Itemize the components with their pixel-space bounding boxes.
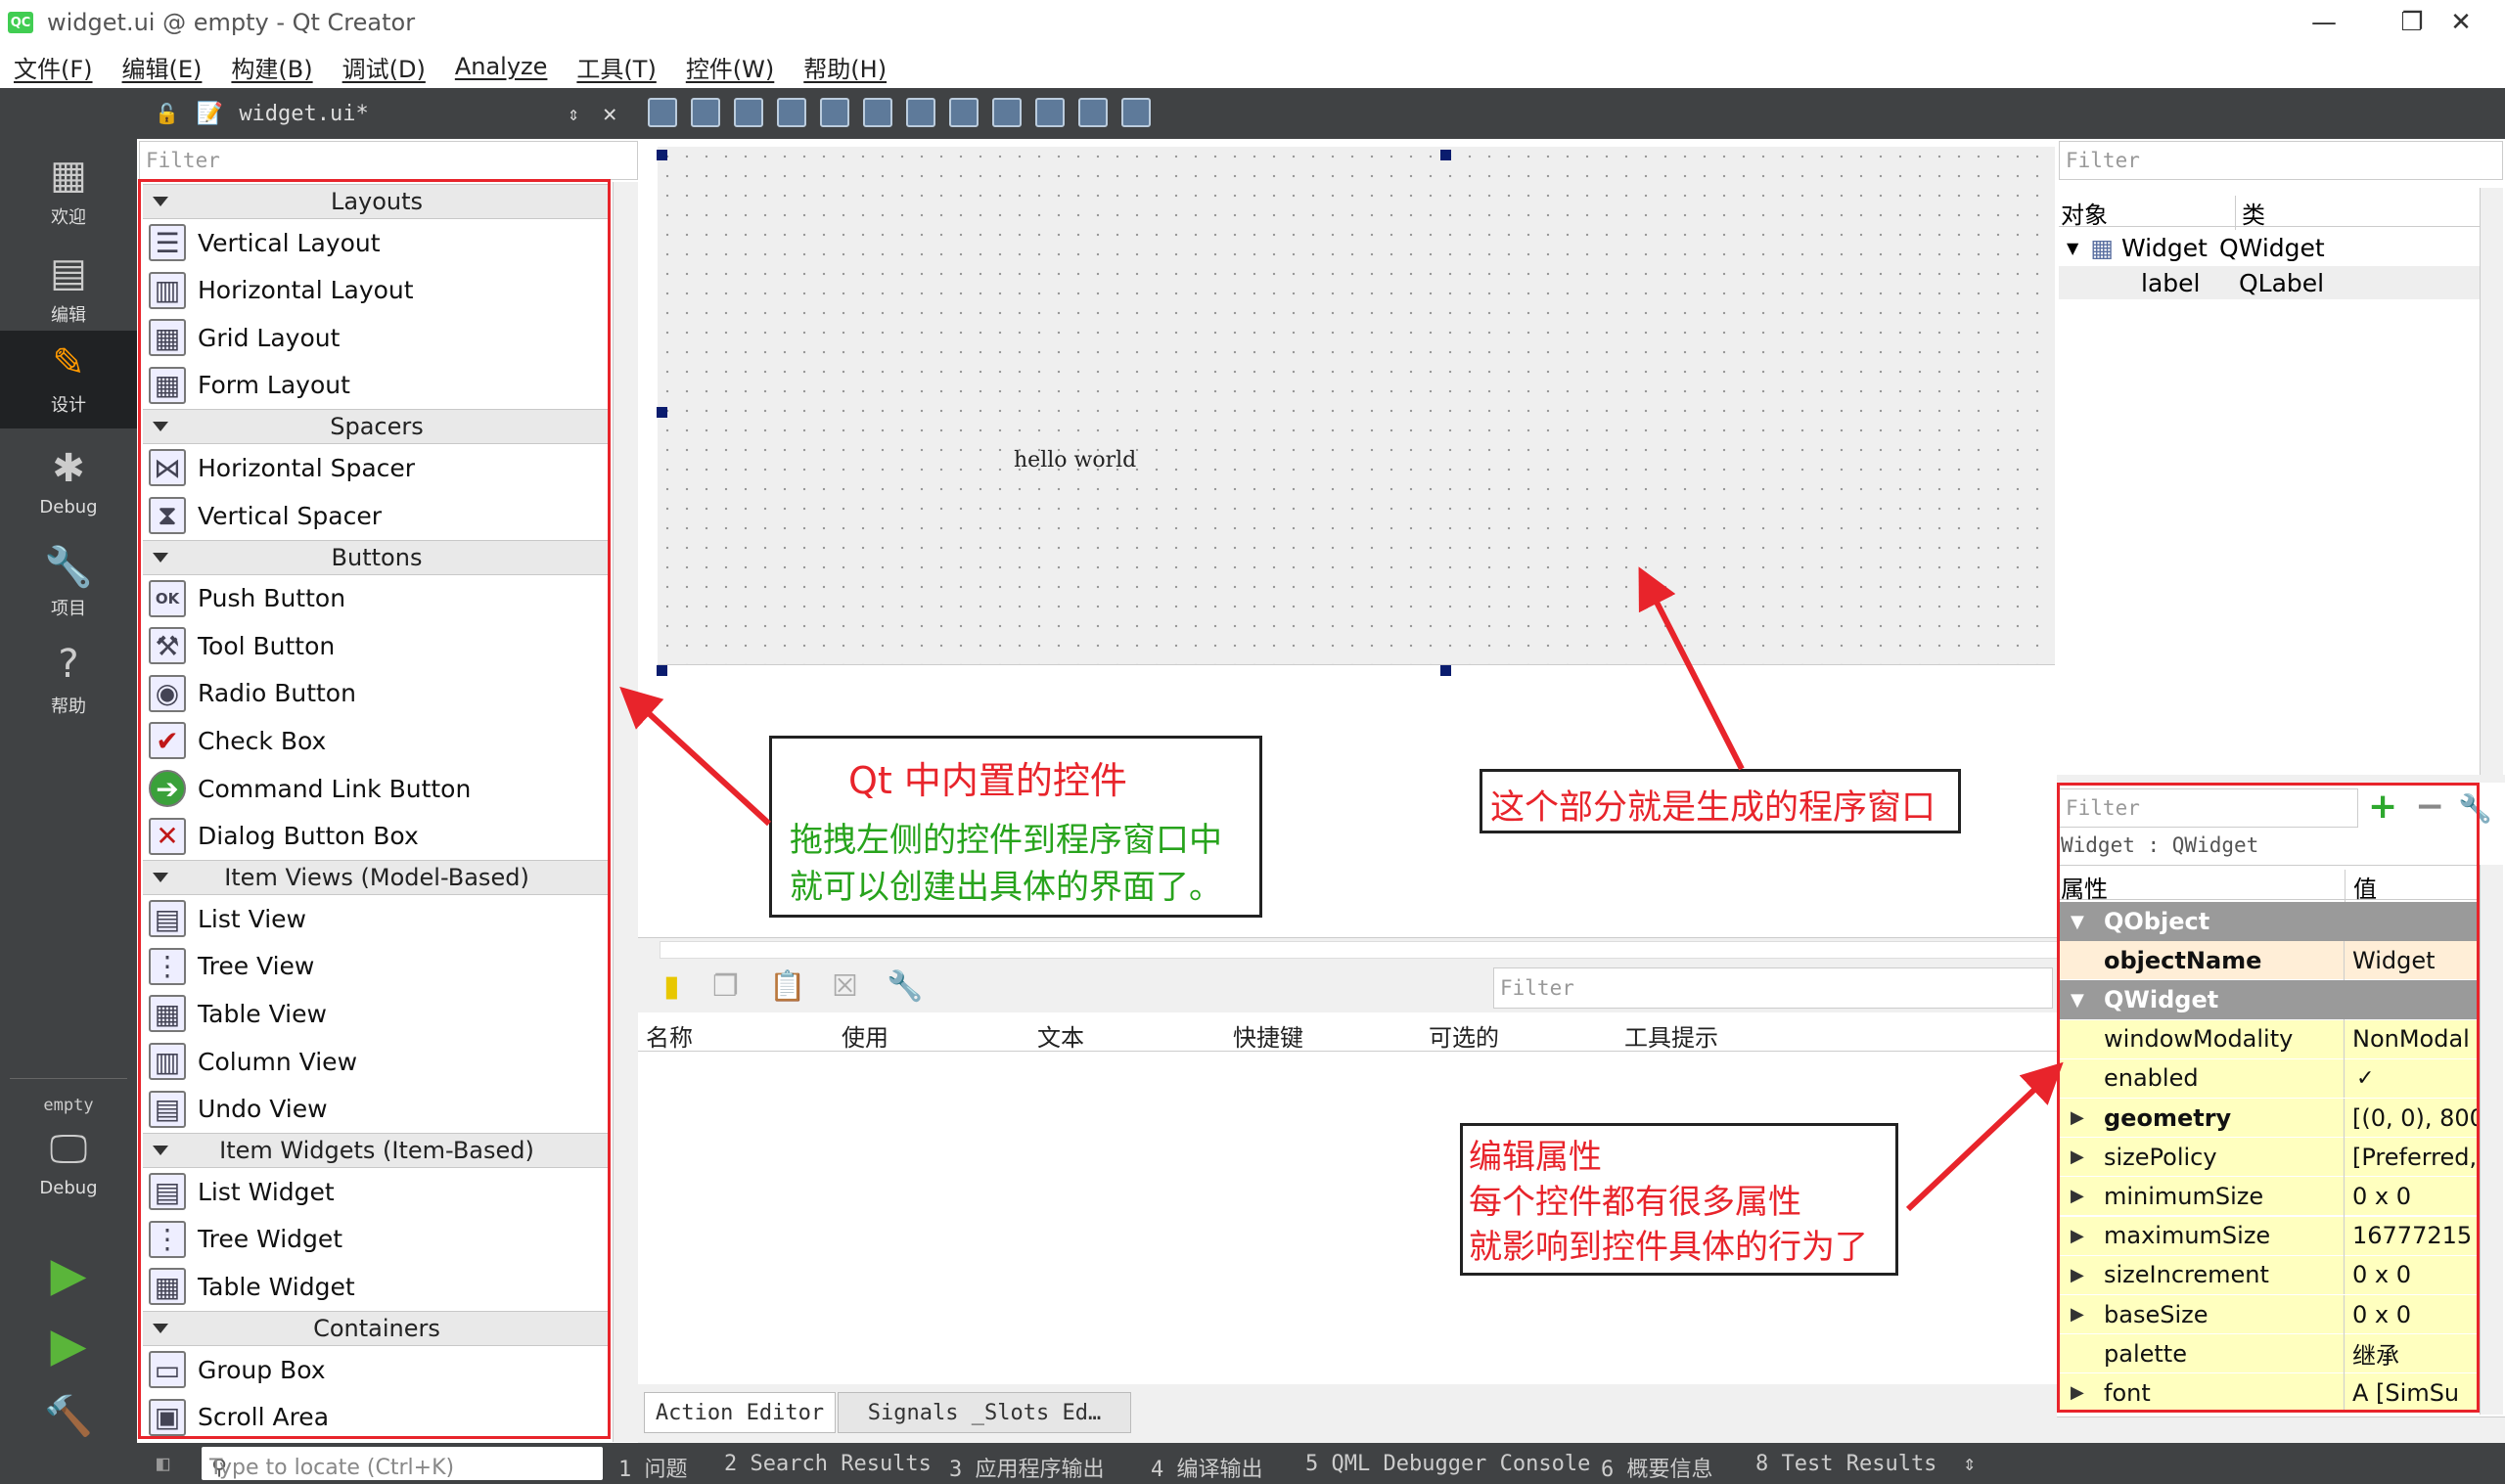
arrow-to-widgets — [619, 686, 772, 827]
arrow-to-properties — [1905, 1061, 2064, 1212]
arrow-to-window — [1638, 566, 1745, 771]
annotation-arrows — [619, 566, 2064, 1212]
